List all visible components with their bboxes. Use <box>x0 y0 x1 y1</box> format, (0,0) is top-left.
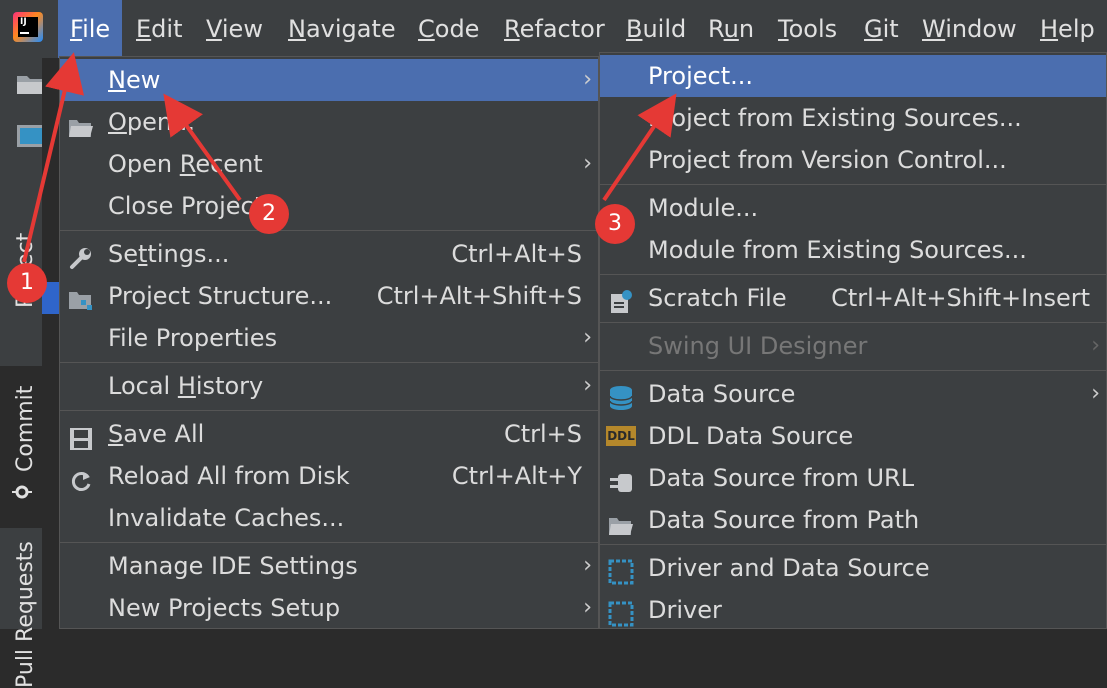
menu-edit[interactable]: Edit <box>136 12 182 46</box>
menu-separator <box>600 544 1106 545</box>
scratch-file-icon <box>608 286 634 313</box>
menu-bar: IJ File Edit View Navigate Code Refactor… <box>0 0 1107 58</box>
submenu-item-data-source-path[interactable]: Data Source from Path <box>600 499 1106 541</box>
menu-item-close-project[interactable]: Close Project <box>60 185 598 227</box>
chevron-right-icon: › <box>583 325 592 350</box>
ddl-icon: DDL <box>606 426 636 446</box>
menu-window[interactable]: Window <box>922 12 1017 46</box>
submenu-item-project-vcs[interactable]: Project from Version Control... <box>600 139 1106 181</box>
submenu-item-scratch-file[interactable]: Scratch File Ctrl+Alt+Shift+Insert <box>600 277 1106 319</box>
open-folder-icon <box>608 508 634 535</box>
submenu-item-data-source[interactable]: Data Source › <box>600 373 1106 415</box>
menu-item-settings[interactable]: Settings... Ctrl+Alt+S <box>60 233 598 275</box>
chevron-right-icon: › <box>1091 381 1100 406</box>
menu-separator <box>600 184 1106 185</box>
commit-tool-tab[interactable]: Commit <box>13 386 38 472</box>
submenu-item-project[interactable]: Project... <box>600 55 1106 97</box>
menu-item-invalidate-caches[interactable]: Invalidate Caches... <box>60 497 598 539</box>
menu-item-open[interactable]: Open... <box>60 101 598 143</box>
driver-icon <box>608 598 634 627</box>
submenu-item-project-existing-sources[interactable]: Project from Existing Sources... <box>600 97 1106 139</box>
chevron-right-icon: › <box>583 373 592 398</box>
open-folder-icon <box>68 110 94 137</box>
menu-separator <box>60 542 598 543</box>
menu-separator <box>600 322 1106 323</box>
menu-item-new[interactable]: New › <box>60 59 598 101</box>
submenu-item-module[interactable]: Module... <box>600 187 1106 229</box>
menu-item-file-properties[interactable]: File Properties › <box>60 317 598 359</box>
file-menu: New › Open... Open Recent › Close Projec… <box>59 56 599 629</box>
project-tree-edge <box>42 58 59 629</box>
menu-separator <box>60 410 598 411</box>
menu-item-new-projects-setup[interactable]: New Projects Setup › <box>60 587 598 629</box>
commit-icon <box>12 482 32 502</box>
intellij-logo-icon: IJ <box>13 12 43 42</box>
menu-separator <box>60 362 598 363</box>
menu-item-save-all[interactable]: Save All Ctrl+S <box>60 413 598 455</box>
annotation-badge-1: 1 <box>7 263 47 303</box>
menu-separator <box>600 370 1106 371</box>
project-structure-icon <box>68 284 94 310</box>
menu-separator <box>60 230 598 231</box>
submenu-item-swing-ui-designer: Swing UI Designer › <box>600 325 1106 367</box>
chevron-right-icon: › <box>1091 333 1100 358</box>
menu-help[interactable]: Help <box>1040 12 1095 46</box>
plug-icon <box>608 466 634 492</box>
submenu-item-module-existing-sources[interactable]: Module from Existing Sources... <box>600 229 1106 271</box>
chevron-right-icon: › <box>583 553 592 578</box>
menu-file[interactable]: File <box>58 0 123 58</box>
submenu-item-driver-and-data-source[interactable]: Driver and Data Source <box>600 547 1106 589</box>
wrench-icon <box>68 242 94 269</box>
submenu-item-driver[interactable]: Driver <box>600 589 1106 631</box>
menu-separator <box>600 274 1106 275</box>
new-submenu: Project... Project from Existing Sources… <box>599 52 1107 629</box>
menu-tools[interactable]: Tools <box>778 12 837 46</box>
submenu-item-ddl-data-source[interactable]: DDL DDL Data Source <box>600 415 1106 457</box>
menu-refactor[interactable]: Refactor <box>504 12 605 46</box>
menu-item-open-recent[interactable]: Open Recent › <box>60 143 598 185</box>
annotation-badge-3: 3 <box>595 204 635 244</box>
menu-view[interactable]: View <box>206 12 263 46</box>
menu-run[interactable]: Run <box>708 12 754 46</box>
save-icon <box>68 422 94 450</box>
submenu-item-data-source-url[interactable]: Data Source from URL <box>600 457 1106 499</box>
menu-navigate[interactable]: Navigate <box>288 12 396 46</box>
chevron-right-icon: › <box>583 67 592 92</box>
reload-icon <box>68 464 94 491</box>
menu-item-project-structure[interactable]: Project Structure... Ctrl+Alt+Shift+S <box>60 275 598 317</box>
database-icon <box>608 382 634 410</box>
menu-item-manage-ide-settings[interactable]: Manage IDE Settings › <box>60 545 598 587</box>
menu-item-reload-all[interactable]: Reload All from Disk Ctrl+Alt+Y <box>60 455 598 497</box>
pull-requests-tool-tab[interactable]: Pull Requests <box>13 541 38 688</box>
menu-item-local-history[interactable]: Local History › <box>60 365 598 407</box>
menu-git[interactable]: Git <box>864 12 899 46</box>
menu-build[interactable]: Build <box>626 12 686 46</box>
annotation-badge-2: 2 <box>249 194 289 234</box>
chevron-right-icon: › <box>583 151 592 176</box>
menu-code[interactable]: Code <box>418 12 479 46</box>
driver-icon <box>608 556 634 585</box>
chevron-right-icon: › <box>583 595 592 620</box>
